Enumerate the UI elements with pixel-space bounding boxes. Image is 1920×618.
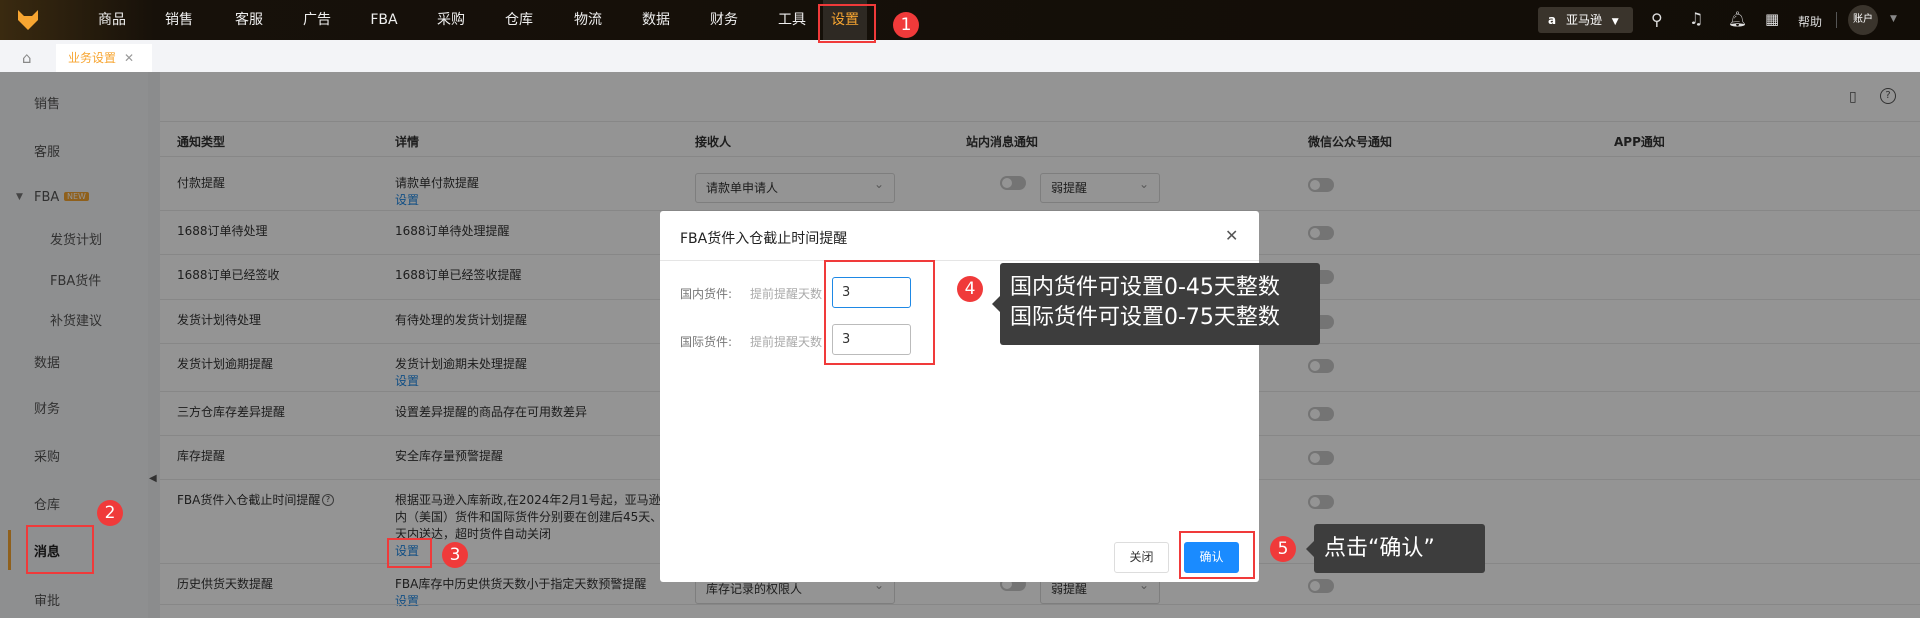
international-label: 国际货件: [680,335,733,349]
annotation-badge-4: 4 [957,276,983,302]
annotation-tooltip-confirm: 点击“确认” [1306,524,1485,573]
bell-icon[interactable]: 🔔︎ [1728,10,1747,28]
search-icon[interactable]: ⚲ [1651,10,1663,29]
nav-item[interactable]: 物流 [568,0,608,40]
dialog-header-divider [660,260,1259,261]
apps-grid-icon[interactable]: ▦ [1765,10,1779,28]
nav-item[interactable]: 客服 [229,0,269,40]
nav-item[interactable]: 工具 [772,0,812,40]
close-icon[interactable]: ✕ [1225,226,1238,245]
nav-item[interactable]: 数据 [636,0,676,40]
nav-item[interactable]: 广告 [297,0,337,40]
amazon-icon: a [1548,13,1557,27]
dialog-title: FBA货件入仓截止时间提醒 [680,231,848,247]
platform-selector[interactable]: a 亚马逊 ▼ [1538,7,1633,33]
annotation-box-settings-nav [818,4,876,43]
domestic-hint: 提前提醒天数 [750,287,823,301]
close-tab-icon[interactable]: ✕ [124,51,134,65]
domestic-label: 国内货件: [680,287,733,301]
annotation-box-settings-link [387,538,432,568]
caret-down-icon: ▼ [1611,17,1619,27]
divider [1836,12,1837,28]
annotation-box-confirm [1179,531,1255,579]
tab-business-settings[interactable]: 业务设置 ✕ [56,44,152,72]
annotation-badge-1: 1 [893,12,919,38]
headset-icon[interactable]: ♫ [1689,9,1703,28]
nav-item[interactable]: 销售 [159,0,199,40]
nav-item[interactable]: 采购 [431,0,471,40]
nav-item[interactable]: 商品 [92,0,132,40]
nav-item[interactable]: FBA [364,0,404,40]
help-link[interactable]: 帮助 [1798,13,1822,30]
home-icon[interactable]: ⌂ [22,49,32,67]
account-avatar[interactable]: 账户 [1848,5,1878,35]
annotation-tooltip-range: 国内货件可设置0-45天整数 国际货件可设置0-75天整数 [992,263,1320,345]
annotation-badge-2: 2 [97,500,123,526]
nav-item[interactable]: 财务 [704,0,744,40]
annotation-box-message [26,525,94,574]
tab-bar [0,40,1920,72]
account-caret-icon[interactable]: ▼ [1890,14,1897,24]
logo[interactable] [16,8,40,32]
annotation-badge-3: 3 [442,542,468,568]
annotation-badge-5: 5 [1270,536,1296,562]
annotation-box-inputs [824,260,935,365]
international-hint: 提前提醒天数 [750,335,823,349]
cancel-button[interactable]: 关闭 [1114,542,1169,573]
nav-item[interactable]: 仓库 [499,0,539,40]
